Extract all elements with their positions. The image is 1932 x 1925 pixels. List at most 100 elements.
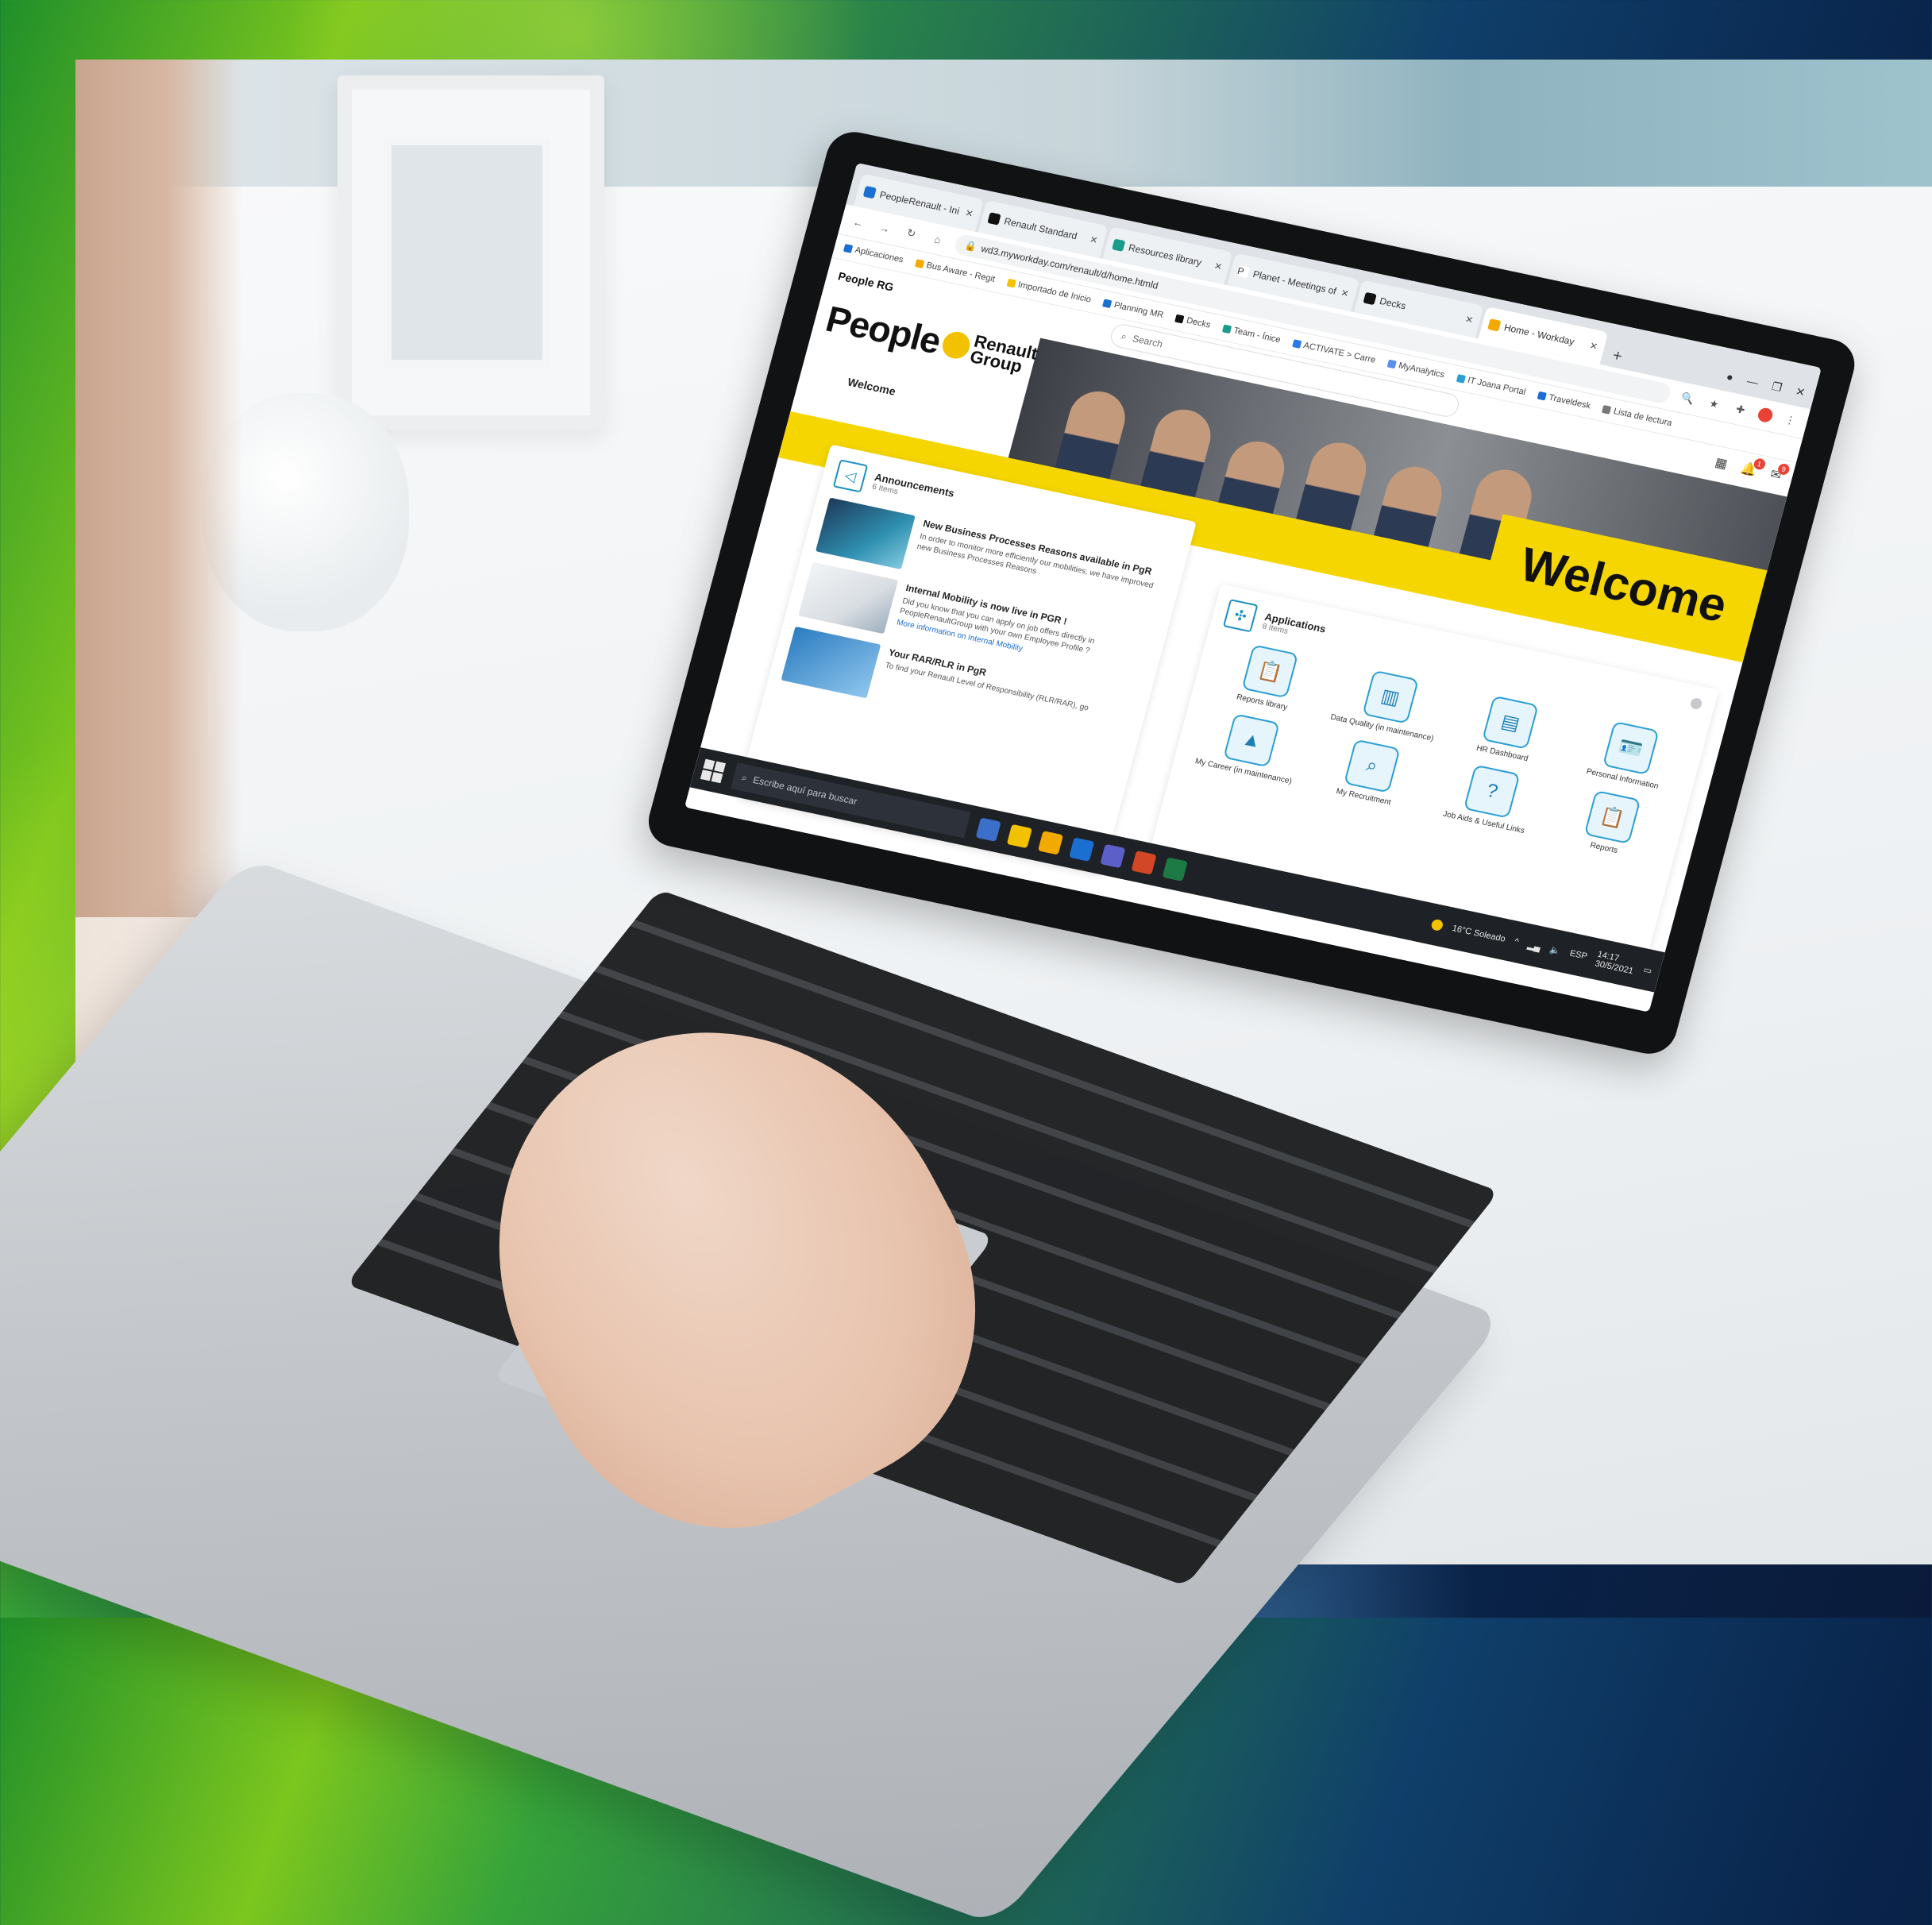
start-tile [700,770,712,781]
app-tile-data-quality[interactable]: ▥ Data Quality (in maintenance) [1325,663,1452,745]
megaphone-icon: ◁ [832,459,869,493]
zoom-icon[interactable]: 🔍 [1677,391,1698,407]
taskbar-search-placeholder: Escribe aquí para buscar [751,773,859,808]
search-icon: ⌕ [1120,330,1128,342]
apps-grid-icon[interactable]: ▦ [1714,454,1730,472]
network-icon[interactable]: ▂▄ [1526,939,1541,952]
weather-icon [1430,918,1444,932]
bookmark-icon [1291,339,1302,349]
close-tab-icon[interactable]: ✕ [1340,287,1350,299]
dashboard-icon: ▤ [1482,695,1540,750]
puzzle-icon: ✣ [1222,599,1259,633]
maximize-icon[interactable]: ❐ [1770,380,1784,395]
magnifier-icon: ⌕ [1343,739,1401,793]
volume-icon[interactable]: 🔈 [1548,944,1562,956]
id-card-icon: 🪪 [1602,720,1660,776]
close-window-icon[interactable]: ✕ [1794,384,1807,399]
favicon-icon [1487,318,1502,332]
lantern-glass [384,137,550,368]
search-icon: ⌕ [740,771,749,784]
announcement-thumbnail [815,497,916,570]
top-icons: ▦ 🔔 1 ✉ 9 [1714,454,1791,484]
app-label: Job Aids & Useful Links [1441,809,1526,836]
favicon-icon: P [1236,264,1251,279]
start-tile [703,758,715,770]
bookmark-item[interactable]: Team - Ínice [1221,323,1282,345]
close-tab-icon[interactable]: ✕ [964,207,974,220]
app-tile-hr-dashboard[interactable]: ▤ HR Dashboard [1444,689,1572,770]
menu-icon[interactable]: ⋮ [1780,412,1801,428]
inbox-icon[interactable]: ✉ 9 [1768,462,1791,484]
favicon-icon [862,185,877,199]
extensions-icon[interactable]: ✚ [1730,402,1751,418]
forward-icon[interactable]: → [875,220,895,235]
app-tile-my-career[interactable]: ▲ My Career (in maintenance) [1186,706,1313,788]
weather-text[interactable]: 16°C Soleado [1451,924,1506,944]
search-placeholder: Search [1131,333,1164,350]
close-tab-icon[interactable]: ✕ [1089,233,1099,246]
announcements-heading: Announcements 6 Items [871,471,955,507]
app-tile-reports[interactable]: 📋 Reports [1546,783,1674,865]
apps-icon [843,244,854,253]
favicon-icon [1112,238,1126,252]
bookmark-item[interactable]: Aplicaciones [843,243,904,264]
lock-icon: 🔒 [963,239,978,253]
file-explorer-icon[interactable] [1037,831,1064,855]
welcome-nav-item[interactable]: Welcome [846,376,897,398]
close-tab-icon[interactable]: ✕ [1464,314,1475,326]
app-label: Reports [1589,841,1619,855]
app-tile-my-recruitment[interactable]: ⌕ My Recruitment [1306,732,1434,814]
question-icon: ? [1463,764,1521,819]
favicon-icon [987,212,1001,226]
announcement-thumbnail [798,561,899,635]
bookmark-item[interactable]: MyAnalytics [1386,359,1445,380]
bookmark-icon [1102,299,1113,309]
reading-list-icon [1602,405,1612,415]
start-tile [714,761,727,773]
mountain-icon: ▲ [1223,713,1281,768]
clipboard-icon: 📋 [1241,644,1299,699]
home-icon[interactable]: ⌂ [927,232,947,247]
close-tab-icon[interactable]: ✕ [1213,260,1223,273]
bookmark-icon [1221,324,1232,334]
announcement-thumbnail [781,626,881,699]
profile-icon[interactable]: ● [1725,370,1734,384]
logo-at-icon [939,329,974,361]
app-tile-personal-information[interactable]: 🪪 Personal Information [1565,714,1693,796]
chrome-icon[interactable] [1006,824,1032,849]
close-tab-icon[interactable]: ✕ [1588,340,1598,353]
teams-icon[interactable] [1100,843,1126,869]
app-tile-job-aids[interactable]: ? Job Aids & Useful Links [1426,758,1554,839]
clock[interactable]: 14:17 30/5/2021 [1594,950,1637,976]
chevron-up-icon[interactable]: ^ [1514,937,1520,947]
bookmark-icon [1537,391,1547,401]
language-indicator[interactable]: ESP [1568,949,1588,962]
back-icon[interactable]: ← [848,214,868,230]
app-label: Personal Information [1585,767,1660,792]
favicon-icon [1363,291,1377,306]
powerpoint-icon[interactable] [1131,851,1157,875]
bookmark-icon [1386,359,1397,369]
notification-center-icon[interactable]: ▭ [1642,964,1653,976]
mini-logo[interactable]: People RG [837,269,895,293]
minimize-icon[interactable]: — [1745,374,1760,389]
star-icon[interactable]: ★ [1704,396,1725,412]
bookmark-icon [914,259,925,268]
bookmark-item[interactable]: Decks [1174,314,1212,330]
app-tile-reports-library[interactable]: 📋 Reports library [1205,637,1332,719]
start-button[interactable] [700,758,727,784]
notifications-icon[interactable]: 🔔 1 [1739,457,1767,478]
applications-heading: Applications 8 Items [1261,611,1327,643]
clipboard-icon: 📋 [1583,789,1641,844]
chart-icon: ▥ [1361,669,1419,724]
taskview-icon[interactable] [975,817,1001,842]
excel-icon[interactable] [1162,857,1188,881]
bookmark-item[interactable]: Traveldesk [1537,391,1591,411]
profile-avatar-icon[interactable] [1756,407,1775,424]
reload-icon[interactable]: ↻ [901,226,922,241]
lantern-decoration [337,75,604,430]
new-tab-button[interactable]: + [1602,342,1632,370]
outlook-icon[interactable] [1069,837,1095,862]
logo-group: Renault Group [967,330,1040,377]
bookmark-icon [1174,314,1185,324]
